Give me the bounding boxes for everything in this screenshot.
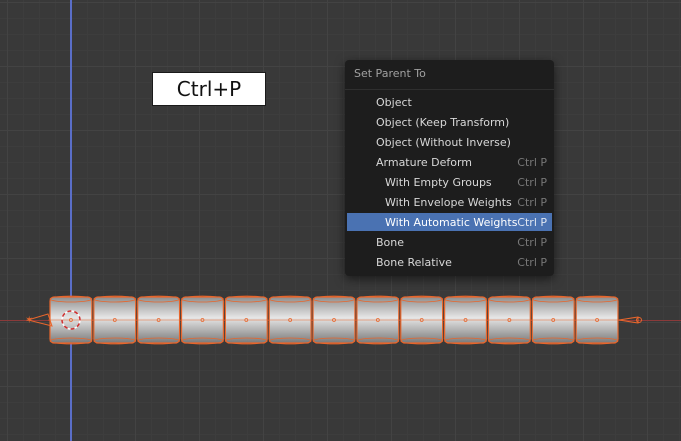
scene-objects[interactable]: ✶: [0, 0, 681, 441]
menu-item-label: With Automatic Weights: [385, 215, 518, 229]
cylinder-mesh[interactable]: [48, 295, 619, 345]
menu-item-shortcut: Ctrl P: [517, 215, 547, 229]
set-parent-menu: Set Parent To Object Object (Keep Transf…: [345, 60, 554, 276]
menu-item-with-empty-groups[interactable]: With Empty Groups Ctrl P: [347, 173, 552, 191]
menu-item-label: Armature Deform: [376, 155, 473, 169]
menu-item-bone[interactable]: Bone Ctrl P: [347, 233, 552, 251]
menu-title: Set Parent To: [354, 67, 426, 80]
3d-viewport[interactable]: ✶ Ctrl+P Set Parent To Object Object (Ke…: [0, 0, 681, 441]
shortcut-hint-text: Ctrl+P: [176, 77, 242, 101]
menu-item-label: Bone: [376, 235, 405, 249]
menu-item-object[interactable]: Object: [347, 93, 552, 111]
menu-item-label: With Empty Groups: [385, 175, 492, 189]
menu-item-label: Bone Relative: [376, 255, 452, 269]
menu-item-shortcut: Ctrl P: [517, 195, 547, 209]
menu-item-object-without-inverse[interactable]: Object (Without Inverse): [347, 133, 552, 151]
menu-item-shortcut: Ctrl P: [517, 175, 547, 189]
shortcut-hint-box: Ctrl+P: [152, 72, 266, 106]
menu-item-label: Object (Keep Transform): [376, 115, 510, 129]
menu-item-bone-relative[interactable]: Bone Relative Ctrl P: [347, 253, 552, 271]
menu-item-shortcut: Ctrl P: [517, 255, 547, 269]
menu-item-with-envelope-weights[interactable]: With Envelope Weights Ctrl P: [347, 193, 552, 211]
menu-item-with-automatic-weights[interactable]: With Automatic Weights Ctrl P: [347, 213, 552, 231]
menu-item-shortcut: Ctrl P: [517, 235, 547, 249]
menu-item-label: Object (Without Inverse): [376, 135, 511, 149]
menu-item-armature-deform[interactable]: Armature Deform Ctrl P: [347, 153, 552, 171]
menu-item-label: Object: [376, 95, 412, 109]
menu-item-label: With Envelope Weights: [385, 195, 512, 209]
armature-tail-joint[interactable]: [636, 317, 642, 323]
menu-item-shortcut: Ctrl P: [517, 155, 547, 169]
menu-divider: [345, 89, 554, 90]
armature-root-marker: ✶: [25, 315, 33, 326]
menu-item-object-keep-transform[interactable]: Object (Keep Transform): [347, 113, 552, 131]
armature-bone-tail[interactable]: [618, 316, 639, 324]
